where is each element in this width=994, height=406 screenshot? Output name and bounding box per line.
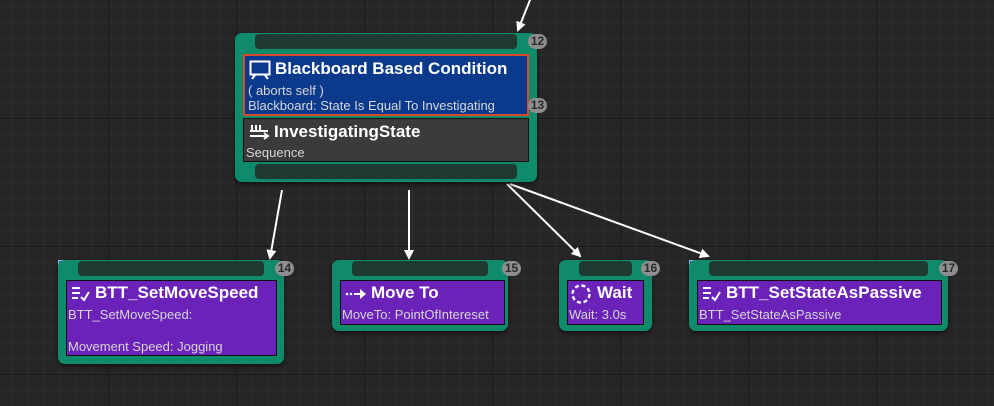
task-node-move-to[interactable]: 15 Move To MoveTo: PointOfIntereset xyxy=(332,260,521,331)
wire-to-set-move-speed xyxy=(266,189,283,260)
input-pin[interactable] xyxy=(255,34,517,49)
composite-panel[interactable]: InvestigatingState Sequence xyxy=(243,118,529,162)
task-panel[interactable]: BTT_SetStateAsPassive BTT_SetStateAsPass… xyxy=(697,280,942,325)
task-icon xyxy=(70,284,90,309)
execution-index: 16 xyxy=(641,261,660,276)
task-panel[interactable]: Move To MoveTo: PointOfIntereset xyxy=(340,280,505,325)
output-pin[interactable] xyxy=(255,164,517,179)
task-title: Move To xyxy=(371,283,439,302)
task-description: Wait: 3.0s xyxy=(569,307,627,322)
task-description: MoveTo: PointOfIntereset xyxy=(342,307,489,322)
composite-title: InvestigatingState xyxy=(274,122,421,141)
move-to-icon xyxy=(344,284,368,309)
sequence-node[interactable]: 12 Blackboard Based Condition ( aborts s… xyxy=(235,33,547,182)
task-panel[interactable]: Wait Wait: 3.0s xyxy=(567,280,644,325)
decorator-detail: Blackboard: State Is Equal To Investigat… xyxy=(248,98,495,113)
task-node-set-state-passive[interactable]: 17 BTT_SetStateAsPassive BTT_SetStateAsP… xyxy=(689,260,958,331)
wait-icon xyxy=(570,283,592,310)
decorator-index: 13 xyxy=(528,98,547,113)
task-node-set-move-speed[interactable]: 14 BTT_SetMoveSpeed BTT_SetMoveSpeed: Mo… xyxy=(58,260,294,364)
task-title: BTT_SetMoveSpeed xyxy=(95,283,259,302)
task-description: BTT_SetMoveSpeed: xyxy=(68,307,193,322)
task-title: Wait xyxy=(597,283,633,302)
execution-index: 17 xyxy=(939,261,958,276)
task-node-wait[interactable]: 16 Wait Wait: 3.0s xyxy=(559,260,660,331)
wire-to-set-state-passive xyxy=(509,183,710,258)
decorator-abort-mode: ( aborts self ) xyxy=(248,83,324,98)
execution-index: 14 xyxy=(275,261,294,276)
wire-from-parent xyxy=(516,0,532,32)
execution-index: 15 xyxy=(502,261,521,276)
task-panel[interactable]: BTT_SetMoveSpeed BTT_SetMoveSpeed: Movem… xyxy=(66,280,277,356)
composite-type: Sequence xyxy=(246,145,305,160)
task-detail: Movement Speed: Jogging xyxy=(68,339,223,354)
input-pin[interactable] xyxy=(352,261,488,276)
blackboard-icon xyxy=(249,60,271,85)
execution-index: 12 xyxy=(528,34,547,49)
input-pin[interactable] xyxy=(579,261,632,276)
task-icon xyxy=(701,284,721,309)
wire-to-wait xyxy=(506,183,582,258)
input-pin[interactable] xyxy=(709,261,928,276)
decorator-title: Blackboard Based Condition xyxy=(275,59,508,78)
decorator-blackboard-condition[interactable]: Blackboard Based Condition ( aborts self… xyxy=(243,54,529,116)
input-pin[interactable] xyxy=(78,261,264,276)
task-title: BTT_SetStateAsPassive xyxy=(726,283,922,302)
task-description: BTT_SetStateAsPassive xyxy=(699,307,842,322)
